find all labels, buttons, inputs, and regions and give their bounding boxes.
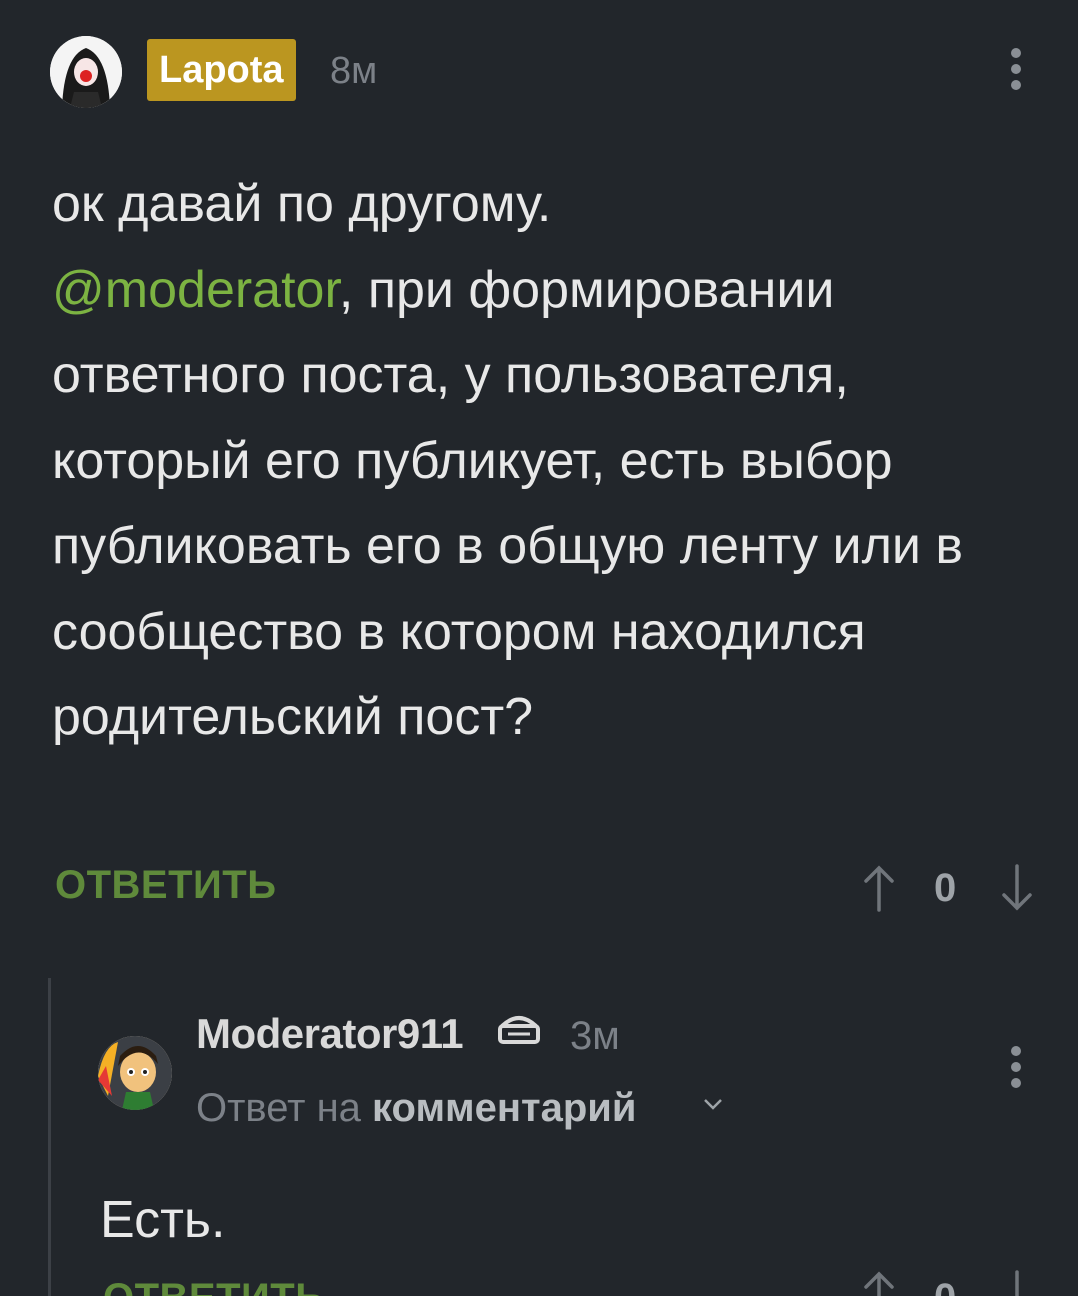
arrow-down-icon[interactable] <box>1000 1270 1034 1296</box>
username-badge[interactable]: Lapota <box>147 39 296 101</box>
cake-icon <box>496 1008 542 1048</box>
comment-time: 3м <box>570 1014 620 1058</box>
username-link[interactable]: Moderator911 <box>196 1010 464 1058</box>
more-vertical-icon[interactable] <box>1009 48 1023 96</box>
arrow-up-icon[interactable] <box>862 864 896 921</box>
mention-link[interactable]: @moderator <box>52 261 339 319</box>
arrow-down-icon[interactable] <box>1000 864 1034 921</box>
rating-score: 0 <box>934 1276 956 1296</box>
rating-score: 0 <box>934 866 957 910</box>
thread-line[interactable] <box>48 978 51 1296</box>
reply-to-prefix: Ответ на <box>196 1086 361 1130</box>
comment-header: Lapota 8м <box>50 36 1030 108</box>
more-vertical-icon[interactable] <box>1009 1046 1023 1094</box>
user-avatar-icon[interactable] <box>50 36 122 108</box>
reply-to-label[interactable]: Ответ на комментарий <box>196 1086 636 1131</box>
comment-text: , при формировании ответного поста, у по… <box>52 260 964 747</box>
comment-body: ок давай по другому. @moderator, при фор… <box>52 162 1042 761</box>
chevron-down-icon[interactable] <box>702 1097 724 1111</box>
arrow-up-icon[interactable] <box>862 1270 896 1296</box>
comment-thread: Lapota 8м ок давай по другому. @moderato… <box>0 0 1078 1296</box>
comment-body: Есть. <box>100 1191 226 1249</box>
reply-button[interactable]: ОТВЕТИТЬ <box>103 1276 324 1296</box>
reply-to-target[interactable]: комментарий <box>372 1086 636 1130</box>
moderator-avatar-icon[interactable] <box>98 1036 172 1110</box>
comment-text: ок давай по другому. <box>52 175 552 233</box>
comment-time: 8м <box>330 50 378 92</box>
reply-button[interactable]: ОТВЕТИТЬ <box>55 863 276 908</box>
